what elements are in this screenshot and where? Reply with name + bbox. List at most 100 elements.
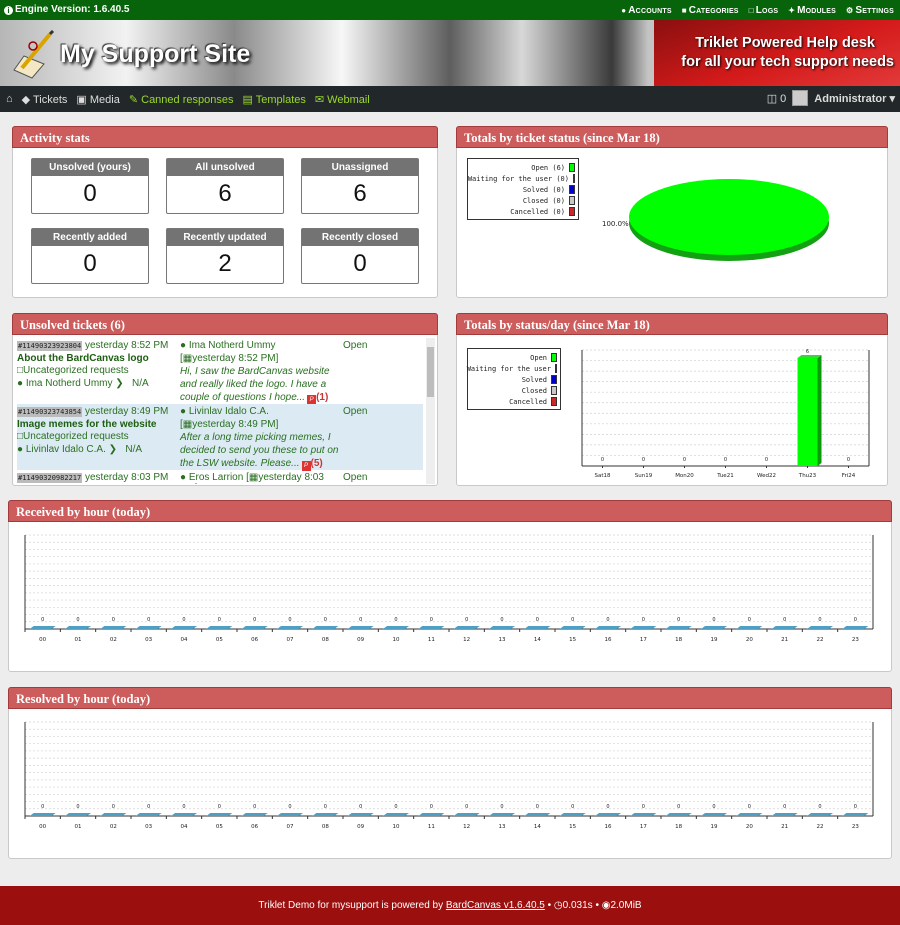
ticket-row[interactable]: #11490323743854 yesterday 8:49 PM Image … xyxy=(17,404,423,471)
data-label-12: 0 xyxy=(465,804,468,810)
menu-tickets[interactable]: ◆ Tickets xyxy=(22,93,68,106)
promo-line-1: Triklet Powered Help desk xyxy=(695,35,875,51)
ticket-subject[interactable]: About the BardCanvas logo xyxy=(17,353,177,364)
data-label-06: 0 xyxy=(253,804,256,810)
nav-modules[interactable]: ✦ Modules xyxy=(788,5,836,16)
bar-10 xyxy=(383,626,409,629)
ticket-list-scrollbar[interactable] xyxy=(426,338,435,484)
menu-media[interactable]: ▣ Media xyxy=(76,93,119,106)
ticket-id[interactable]: #11490320982217 xyxy=(17,473,83,483)
data-label-03: 0 xyxy=(147,617,150,623)
stat-recently-updated[interactable]: Recently updated 2 xyxy=(166,228,284,284)
x-tick-label-Mon20: Mon20 xyxy=(675,473,694,479)
menu-canned-responses[interactable]: ✎ Canned responses xyxy=(129,93,234,106)
bar-17 xyxy=(630,626,657,629)
bar-09 xyxy=(347,813,374,816)
pie-label: 100.0% xyxy=(602,220,629,228)
clock-icon: ◷ xyxy=(553,900,563,911)
ticket-category[interactable]: Uncategorized requests xyxy=(23,365,129,376)
x-tick-label-Tue21: Tue21 xyxy=(716,473,733,479)
x-tick-label-Fri24: Fri24 xyxy=(842,473,856,479)
render-time: 0.031s xyxy=(562,900,593,911)
ticket-row[interactable]: #11490323923804 yesterday 8:52 PM About … xyxy=(17,338,423,405)
menu-templates[interactable]: ▤ Templates xyxy=(242,93,305,106)
x-tick-label-18: 18 xyxy=(675,824,682,830)
bar-20 xyxy=(736,626,763,629)
attachment-count: (5) xyxy=(310,458,323,469)
data-label-00: 0 xyxy=(41,804,44,810)
x-tick-label-20: 20 xyxy=(746,637,753,643)
data-label-21: 0 xyxy=(783,804,786,810)
data-label-20: 0 xyxy=(748,804,751,810)
site-logo[interactable] xyxy=(10,30,56,80)
home-icon[interactable]: ⌂ xyxy=(6,93,13,106)
calendar-icon: ▦ xyxy=(182,419,193,430)
ticket-category[interactable]: Uncategorized requests xyxy=(23,431,129,442)
ticket-id[interactable]: #11490323923804 xyxy=(17,341,83,351)
nav-categories[interactable]: ■ Categories xyxy=(682,5,739,16)
bar-07 xyxy=(277,813,303,816)
data-label-09: 0 xyxy=(359,617,362,623)
resolved-by-hour-panel: Resolved by hour (today) 0 00 0 01 0 02 0 03 0 04… xyxy=(8,687,892,859)
user-menu[interactable]: Administrator ▾ xyxy=(814,92,895,105)
data-label-05: 0 xyxy=(218,617,221,623)
nav-accounts[interactable]: ● Accounts xyxy=(621,5,671,16)
ticket-row[interactable]: #11490320982217 yesterday 8:03 PM ● Eros… xyxy=(17,470,423,484)
x-tick-label-19: 19 xyxy=(711,824,718,830)
bar-02 xyxy=(100,626,127,629)
data-label-Wed22: 0 xyxy=(765,457,768,463)
ticket-id[interactable]: #11490323743854 xyxy=(17,407,83,417)
ticket-subject[interactable]: Image memes for the website xyxy=(17,419,177,430)
received-by-hour-panel: Received by hour (today) 0 00 0 01 0 02 0 03 0 04… xyxy=(8,500,892,672)
ticket-owner[interactable]: Ima Notherd Ummy xyxy=(26,378,113,389)
legend-item: Waiting for the user xyxy=(467,363,557,374)
data-label-Sat18: 0 xyxy=(601,457,604,463)
ticket-status: Open xyxy=(343,472,368,483)
avatar[interactable] xyxy=(792,90,809,106)
site-title[interactable]: My Support Site xyxy=(60,40,250,69)
legend-item: Waiting for the user (0) xyxy=(468,173,575,184)
data-label-12: 0 xyxy=(465,617,468,623)
ticket-owner[interactable]: Livinlav Idalo C.A. xyxy=(26,444,106,455)
image-icon: ▣ xyxy=(76,94,90,106)
menu-webmail[interactable]: ✉ Webmail xyxy=(315,93,370,106)
data-label-14: 0 xyxy=(536,617,539,623)
x-tick-label-02: 02 xyxy=(110,824,117,830)
legend-swatch xyxy=(569,207,575,216)
x-tick-label-09: 09 xyxy=(357,824,364,830)
x-tick-label-11: 11 xyxy=(428,637,435,643)
received-by-hour-chart: 0000010020030040050060070080090100110120… xyxy=(24,534,874,643)
last-reply-time: yesterday 8:49 PM xyxy=(192,419,276,430)
ticket-status: Open xyxy=(343,340,368,351)
stat-recently-added[interactable]: Recently added 0 xyxy=(31,228,149,284)
template-icon: ▤ xyxy=(242,94,256,106)
bar-23 xyxy=(842,626,869,629)
x-tick-label-23: 23 xyxy=(852,824,859,830)
unsolved-tickets-panel: Unsolved tickets (6) #11490323923804 yes… xyxy=(12,313,438,486)
x-tick-label-15: 15 xyxy=(569,637,576,643)
panel-title: Totals by ticket status (since Mar 18) xyxy=(456,126,888,148)
memory-usage: 2.0MiB xyxy=(610,900,642,911)
stat-unsolved-yours[interactable]: Unsolved (yours) 0 xyxy=(31,158,149,214)
data-label-20: 0 xyxy=(748,617,751,623)
bar-11 xyxy=(418,626,445,629)
x-tick-label-11: 11 xyxy=(428,824,435,830)
x-tick-label-21: 21 xyxy=(781,637,788,643)
stat-all-unsolved[interactable]: All unsolved 6 xyxy=(166,158,284,214)
stat-unassigned[interactable]: Unassigned 6 xyxy=(301,158,419,214)
scrollbar-thumb[interactable] xyxy=(427,347,434,397)
x-tick-label-22: 22 xyxy=(817,637,824,643)
attachment-count: (1) xyxy=(316,392,329,403)
legend-item: Cancelled (0) xyxy=(471,206,575,217)
data-label-23: 0 xyxy=(854,617,857,623)
envelope-icon: ✉ xyxy=(314,94,328,106)
nav-settings[interactable]: ⚙ Settings xyxy=(846,5,894,16)
bardcanvas-link[interactable]: BardCanvas v1.6.40.5 xyxy=(446,900,545,911)
stat-recently-closed[interactable]: Recently closed 0 xyxy=(301,228,419,284)
notifications[interactable]: ◫ 0 xyxy=(767,92,787,105)
bar-15 xyxy=(559,626,586,629)
nav-logs[interactable]: □ Logs xyxy=(749,5,779,16)
x-tick-label-19: 19 xyxy=(711,637,718,643)
data-label-07: 0 xyxy=(288,804,291,810)
x-tick-label-20: 20 xyxy=(746,824,753,830)
